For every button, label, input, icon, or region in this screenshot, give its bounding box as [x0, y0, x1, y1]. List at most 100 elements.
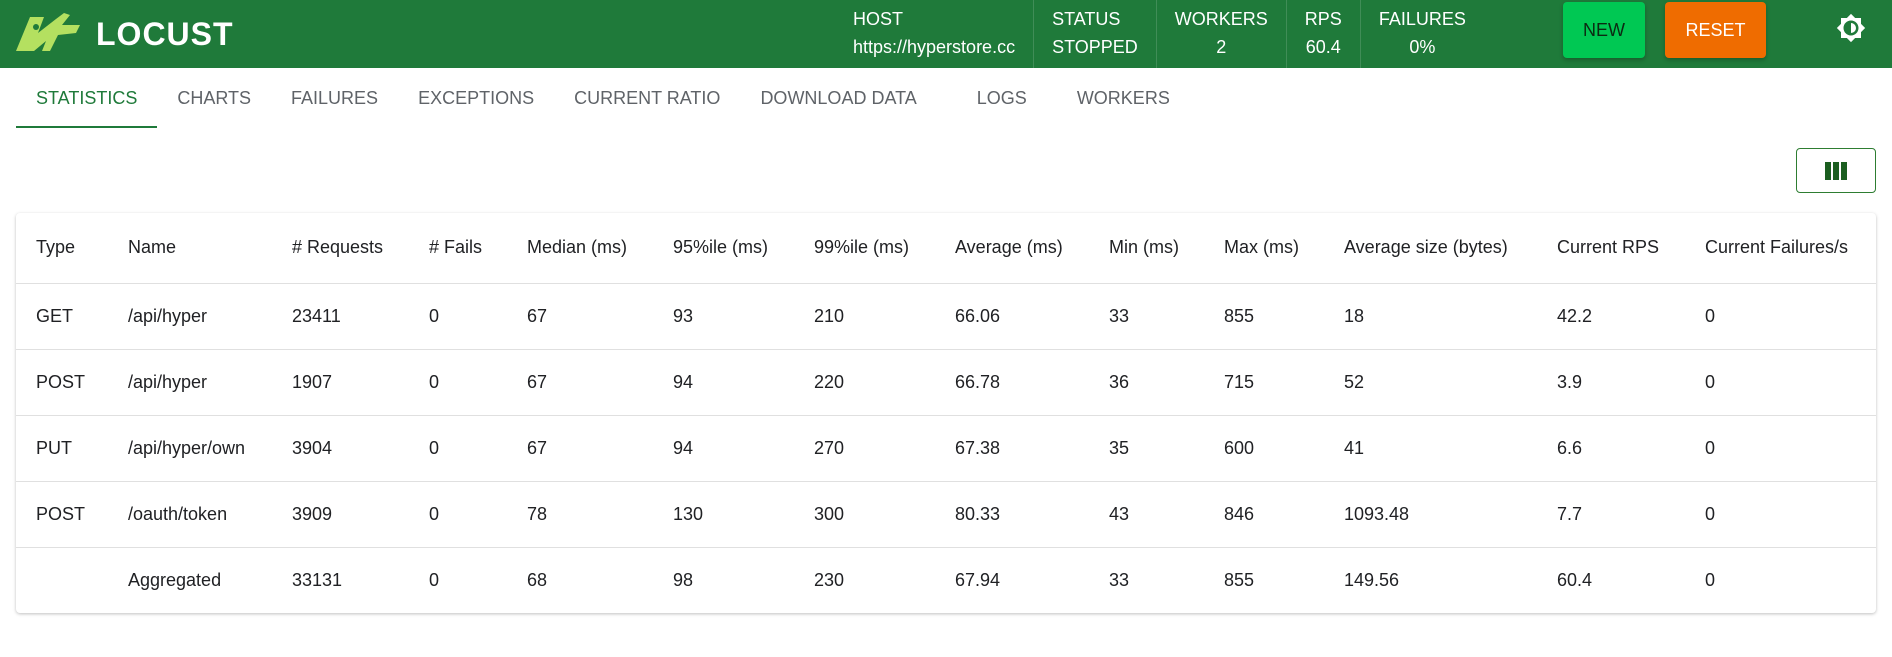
table-cell: 78: [527, 503, 548, 524]
column-header[interactable]: # Requests: [272, 213, 409, 283]
column-header[interactable]: 95%ile (ms): [653, 213, 794, 283]
table-cell: 36: [1109, 371, 1130, 392]
table-cell: 43: [1109, 503, 1130, 524]
new-test-button[interactable]: NEW: [1563, 2, 1645, 58]
stat-label: HOST: [853, 9, 904, 29]
table-cell: 855: [1224, 305, 1255, 326]
aggregated-row: Aggregated 33131 0 68 98 230 67.94 33 855 149.56 6…: [16, 547, 1876, 613]
brightness-icon[interactable]: [1836, 13, 1866, 43]
table-cell: 1907: [292, 371, 333, 392]
stat-workers: WORKERS 2: [1157, 0, 1287, 68]
table-cell: 80.33: [955, 503, 1001, 524]
table-cell: 67.94: [955, 569, 1001, 590]
table-cell: /oauth/token: [128, 503, 228, 524]
table-cell: 0: [429, 371, 440, 392]
column-header[interactable]: 99%ile (ms): [794, 213, 935, 283]
table-cell: 52: [1344, 371, 1365, 392]
table-cell: 0: [1705, 305, 1716, 326]
table-cell: 3909: [292, 503, 333, 524]
column-header[interactable]: Current Failures/s: [1685, 213, 1876, 283]
table-cell: POST: [36, 503, 86, 524]
table-cell: 67: [527, 437, 548, 458]
brand-name: LOCUST: [96, 15, 234, 52]
table-cell: 0: [429, 569, 440, 590]
tab-exceptions[interactable]: EXCEPTIONS: [398, 68, 554, 128]
stat-label: WORKERS: [1174, 9, 1268, 29]
table-cell: 6.6: [1557, 437, 1583, 458]
table-cell: 130: [673, 503, 704, 524]
status-value: STOPPED: [1052, 37, 1138, 57]
table-cell: /api/hyper: [128, 371, 208, 392]
tab-statistics[interactable]: STATISTICS: [16, 68, 158, 128]
table-cell: 0: [1705, 503, 1716, 524]
table-cell: GET: [36, 305, 74, 326]
table-cell: 67: [527, 371, 548, 392]
stat-label: FAILURES: [1378, 9, 1466, 29]
column-header[interactable]: Average size (bytes): [1324, 213, 1537, 283]
locust-icon: [16, 13, 80, 51]
table-header-row: Type Name # Requests # Fails Median (ms)…: [16, 213, 1876, 283]
table-cell: 855: [1224, 569, 1255, 590]
tab-charts[interactable]: CHARTS: [157, 68, 271, 128]
table-cell: 846: [1224, 503, 1255, 524]
table-cell: 42.2: [1557, 305, 1593, 326]
table-body: GET/api/hyper 23411 0 67 93 210 66.06 33 855 18 42…: [16, 283, 1876, 613]
column-header[interactable]: Max (ms): [1204, 213, 1324, 283]
table-cell: 33: [1109, 305, 1130, 326]
table-cell: 67.38: [955, 437, 1001, 458]
host-url: https://hyperstore.cc: [853, 37, 1016, 57]
column-header[interactable]: Average (ms): [935, 213, 1089, 283]
table-cell: 0: [1705, 437, 1716, 458]
table-row: GET/api/hyper 23411 0 67 93 210 66.06 33 855 18 42…: [16, 283, 1876, 349]
column-header[interactable]: Name: [108, 213, 272, 283]
stat-rps: RPS 60.4: [1287, 0, 1361, 68]
table-cell: 149.56: [1344, 569, 1400, 590]
table-cell: 94: [673, 371, 694, 392]
table-cell: 0: [1705, 371, 1716, 392]
table-cell: 220: [814, 371, 845, 392]
table-cell: /api/hyper/own: [128, 437, 246, 458]
table-cell: POST: [36, 371, 86, 392]
view-columns-icon: [1825, 161, 1847, 180]
reset-stats-button[interactable]: RESET: [1665, 2, 1766, 58]
locust-logo[interactable]: LOCUST: [14, 10, 234, 58]
tab-workers[interactable]: WORKERS: [1057, 68, 1190, 128]
table-cell: 66.78: [955, 371, 1001, 392]
stat-status: STATUS STOPPED: [1034, 0, 1157, 68]
tab-current-ratio[interactable]: CURRENT RATIO: [554, 68, 740, 128]
failures-value: 0%: [1409, 37, 1436, 57]
table-cell: 60.4: [1557, 569, 1593, 590]
table-cell: 33131: [292, 569, 343, 590]
stat-host: HOST https://hyperstore.cc: [835, 0, 1035, 68]
table-cell: 0: [429, 503, 440, 524]
table-cell: 33: [1109, 569, 1130, 590]
column-header[interactable]: Median (ms): [507, 213, 653, 283]
column-selector-button[interactable]: [1796, 148, 1876, 193]
table-cell: 18: [1344, 305, 1365, 326]
table-cell: 270: [814, 437, 845, 458]
column-header[interactable]: Current RPS: [1537, 213, 1685, 283]
tab-bar: STATISTICS CHARTS FAILURES EXCEPTIONS CU…: [16, 68, 1190, 128]
tab-download-data[interactable]: DOWNLOAD DATA: [740, 68, 946, 128]
header-stats: HOST https://hyperstore.cc STATUS STOPPE…: [835, 0, 1484, 68]
stat-label: STATUS: [1052, 9, 1121, 29]
column-header[interactable]: # Fails: [409, 213, 507, 283]
table-cell: 94: [673, 437, 694, 458]
table-cell: Aggregated: [128, 569, 222, 590]
table-cell: 300: [814, 503, 845, 524]
table-cell: 210: [814, 305, 845, 326]
table-cell: 68: [527, 569, 548, 590]
table-cell: 3.9: [1557, 371, 1583, 392]
tab-logs[interactable]: LOGS: [947, 68, 1057, 128]
table-cell: 41: [1344, 437, 1365, 458]
table-cell: 3904: [292, 437, 333, 458]
column-header[interactable]: Type: [16, 213, 108, 283]
table-cell: /api/hyper: [128, 305, 208, 326]
tab-failures[interactable]: FAILURES: [271, 68, 398, 128]
table-cell: 67: [527, 305, 548, 326]
rps-value: 60.4: [1305, 37, 1341, 57]
stat-failures: FAILURES 0%: [1361, 0, 1484, 68]
table-cell: 230: [814, 569, 845, 590]
stat-label: RPS: [1304, 9, 1342, 29]
column-header[interactable]: Min (ms): [1089, 213, 1204, 283]
